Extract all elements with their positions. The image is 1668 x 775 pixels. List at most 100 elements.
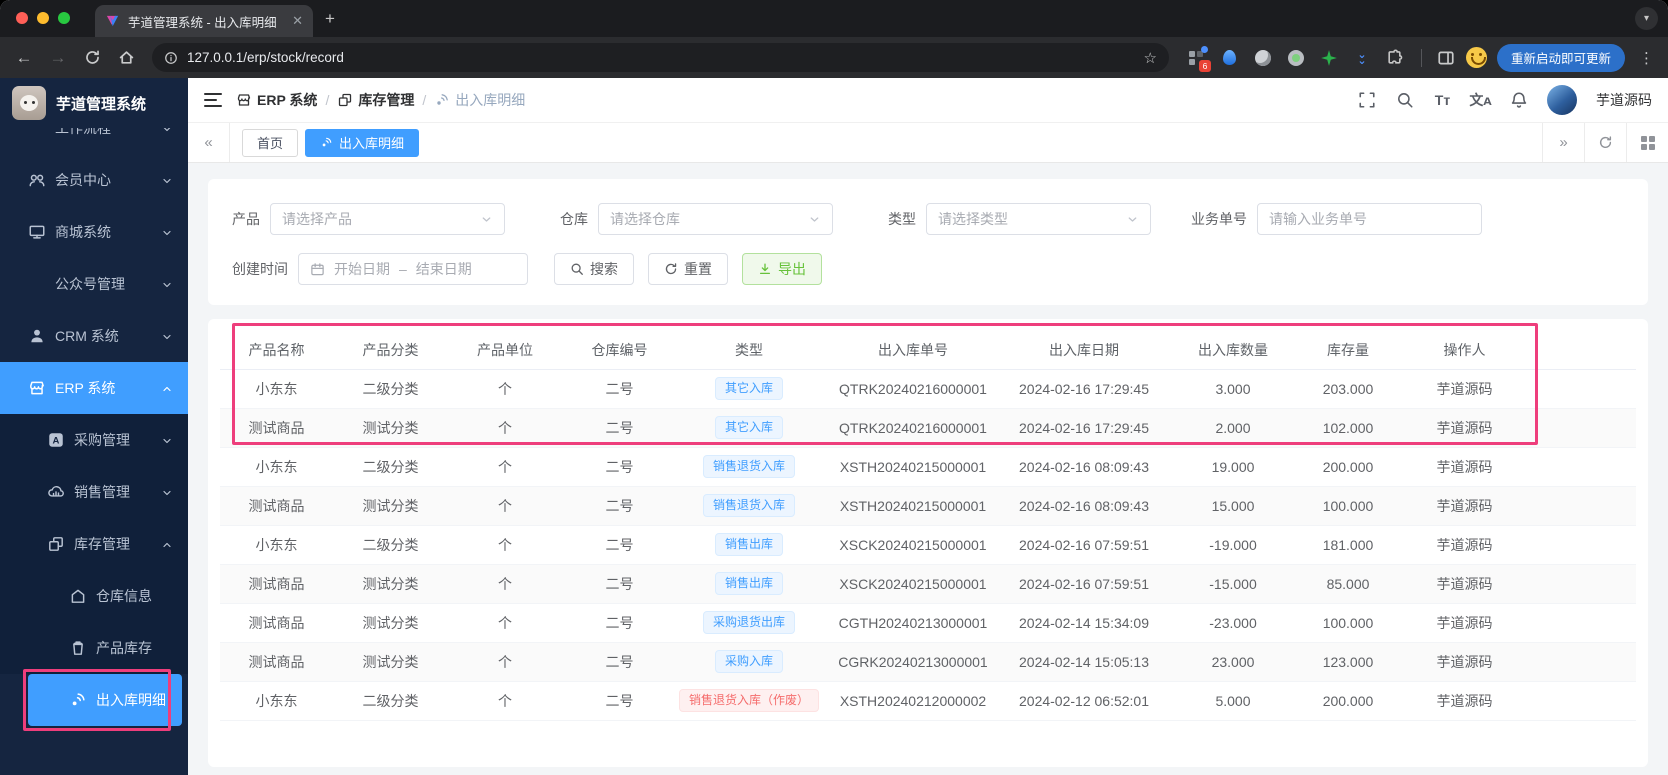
column-header: 出入库日期 — [1005, 331, 1163, 370]
tab-stock-record[interactable]: 出入库明细 — [305, 128, 420, 157]
sidebar-item-product-stock[interactable]: 产品库存 — [0, 622, 188, 674]
extension-balloon-icon[interactable] — [1220, 48, 1240, 68]
reload-icon — [85, 50, 99, 64]
column-header: 产品分类 — [333, 331, 448, 370]
export-button[interactable]: 导出 — [742, 253, 822, 285]
tab-home[interactable]: 首页 — [242, 128, 299, 157]
tab-search-button[interactable]: ▾ — [1635, 7, 1658, 30]
biz-no-input[interactable] — [1269, 211, 1470, 227]
reset-button[interactable]: 重置 — [648, 253, 728, 285]
record-table: 产品名称 产品分类 产品单位 仓库编号 类型 出入库单号 出入库日期 出入库数量 库存量 操作人 … — [220, 331, 1636, 721]
product-name-cell: 测试商品 — [220, 564, 333, 604]
side-panel-button[interactable] — [1432, 44, 1460, 72]
sidebar-item-erp-system[interactable]: ERP 系统 — [0, 362, 188, 414]
browser-menu-icon[interactable]: ⋮ — [1635, 49, 1658, 67]
new-tab-button[interactable]: + — [325, 9, 335, 29]
app-logo[interactable]: 芋道管理系统 — [0, 78, 188, 128]
extensions-puzzle-icon[interactable] — [1385, 48, 1405, 68]
filter-label: 类型 — [888, 211, 916, 227]
username[interactable]: 芋道源码 — [1596, 90, 1652, 110]
bookmark-star-icon[interactable]: ☆ — [1144, 49, 1157, 67]
record-qty-cell: 15.000 — [1163, 486, 1303, 526]
font-size-icon[interactable]: Tᴛ — [1433, 91, 1452, 110]
collapse-menu-icon[interactable] — [204, 93, 222, 107]
type-select[interactable]: 请选择类型 — [926, 203, 1151, 235]
filler-cell — [1536, 486, 1636, 526]
profile-avatar-icon[interactable] — [1465, 47, 1487, 68]
home-button[interactable] — [112, 44, 140, 72]
sidebar-item-label: 销售管理 — [74, 484, 130, 500]
back-button[interactable]: ← — [10, 44, 38, 72]
table-row: 测试商品 测试分类个二号 采购入库 CGRK20240213000001 2024-02… — [220, 642, 1636, 682]
extension-greendot-icon[interactable] — [1286, 48, 1306, 68]
search-button[interactable]: 搜索 — [554, 253, 634, 285]
date-range-picker[interactable]: 开始日期 – 结束日期 — [298, 253, 528, 285]
tags-refresh-icon[interactable] — [1584, 123, 1626, 162]
sidebar-item-sales-management[interactable]: 销售管理 — [0, 466, 188, 518]
tab-label: 首页 — [257, 136, 284, 151]
column-header: 产品名称 — [220, 331, 333, 370]
chevron-up-icon — [161, 538, 173, 550]
extension-grid-icon[interactable]: 6 — [1187, 45, 1211, 72]
product-icon — [69, 639, 87, 657]
sidebar-item-member-center[interactable]: 会员中心 — [0, 154, 188, 206]
warehouse-code-cell: 二号 — [562, 525, 677, 565]
sidebar-item-stock-record[interactable]: 出入库明细 — [28, 674, 182, 726]
tags-layout-icon[interactable] — [1626, 123, 1668, 162]
column-header: 库存量 — [1303, 331, 1393, 370]
sidebar-item-official-account[interactable]: 公众号管理 — [0, 258, 188, 310]
record-icon — [437, 94, 449, 105]
tags-scroll-left-icon[interactable]: « — [188, 123, 230, 162]
extension-star-icon[interactable] — [1319, 48, 1339, 68]
chevron-down-icon — [1128, 216, 1137, 222]
filter-label: 仓库 — [560, 211, 588, 227]
extension-circle-icon[interactable] — [1253, 48, 1273, 68]
app: 芋道管理系统 工作流程 会员中心 商城系统 公众号管理 CRM 系统 ERP 系统 A 采购管… — [0, 78, 1668, 775]
sidebar-item-purchase-management[interactable]: A 采购管理 — [0, 414, 188, 466]
sidebar-item-crm-system[interactable]: CRM 系统 — [0, 310, 188, 362]
breadcrumb-label: ERP 系统 — [257, 92, 318, 108]
stock-amount-cell: 100.000 — [1303, 486, 1393, 526]
product-select[interactable]: 请选择产品 — [270, 203, 505, 235]
address-bar[interactable]: 127.0.0.1/erp/stock/record ☆ — [152, 43, 1169, 72]
stock-amount-cell: 181.000 — [1303, 525, 1393, 565]
record-date-cell: 2024-02-14 15:34:09 — [1005, 603, 1163, 643]
warehouse-select[interactable]: 请选择仓库 — [598, 203, 833, 235]
chevron-down-icon — [161, 486, 173, 498]
record-qty-cell: 3.000 — [1163, 369, 1303, 409]
breadcrumb-erp[interactable]: ERP 系统 — [236, 90, 317, 110]
product-category-cell: 二级分类 — [333, 369, 448, 409]
sidebar-item-inventory-management[interactable]: 库存管理 — [0, 518, 188, 570]
window-zoom-button[interactable] — [58, 12, 70, 24]
product-category-cell: 二级分类 — [333, 447, 448, 487]
extension-chevrons-icon[interactable]: ⌄ ⌄ — [1352, 48, 1372, 68]
tab-close-icon[interactable]: ✕ — [292, 13, 303, 29]
search-icon[interactable] — [1395, 91, 1414, 110]
product-category-cell: 测试分类 — [333, 486, 448, 526]
forward-button[interactable]: → — [44, 44, 72, 72]
window-close-button[interactable] — [16, 12, 28, 24]
notification-bell-icon[interactable] — [1509, 91, 1528, 110]
product-unit-cell: 个 — [448, 525, 562, 565]
sidebar-item-label: 仓库信息 — [96, 588, 152, 604]
browser-tab[interactable]: 芋道管理系统 - 出入库明细 ✕ — [95, 5, 313, 37]
fullscreen-icon[interactable] — [1357, 91, 1376, 110]
chevron-down-icon — [161, 278, 173, 290]
sidebar-item-warehouse-info[interactable]: 仓库信息 — [0, 570, 188, 622]
reload-button[interactable] — [78, 44, 106, 72]
sidebar-item-mall-system[interactable]: 商城系统 — [0, 206, 188, 258]
filter-panel: 产品 请选择产品 仓库 请选择仓库 类型 请选择类型 业务单号 请输入业务单号 … — [208, 179, 1648, 305]
header-actions: Tᴛ 文ᴀ 芋道源码 — [1357, 85, 1652, 115]
app-header: ERP 系统 / 库存管理 / 出入库明细 Tᴛ 文ᴀ 芋道源码 — [188, 78, 1668, 123]
breadcrumb-inventory[interactable]: 库存管理 — [337, 90, 414, 110]
window-minimize-button[interactable] — [37, 12, 49, 24]
browser-update-button[interactable]: 重新启动即可更新 — [1496, 43, 1625, 72]
record-icon — [69, 691, 87, 709]
language-icon[interactable]: 文ᴀ — [1469, 91, 1491, 110]
record-date-cell: 2024-02-16 08:09:43 — [1005, 486, 1163, 526]
type-badge: 采购入库 — [714, 650, 783, 673]
tags-scroll-right-icon[interactable]: » — [1542, 123, 1584, 162]
user-avatar[interactable] — [1547, 85, 1577, 115]
sidebar-menu: 工作流程 会员中心 商城系统 公众号管理 CRM 系统 ERP 系统 A 采购管理 销售管理 库存… — [0, 102, 188, 726]
inventory-icon — [47, 535, 65, 553]
